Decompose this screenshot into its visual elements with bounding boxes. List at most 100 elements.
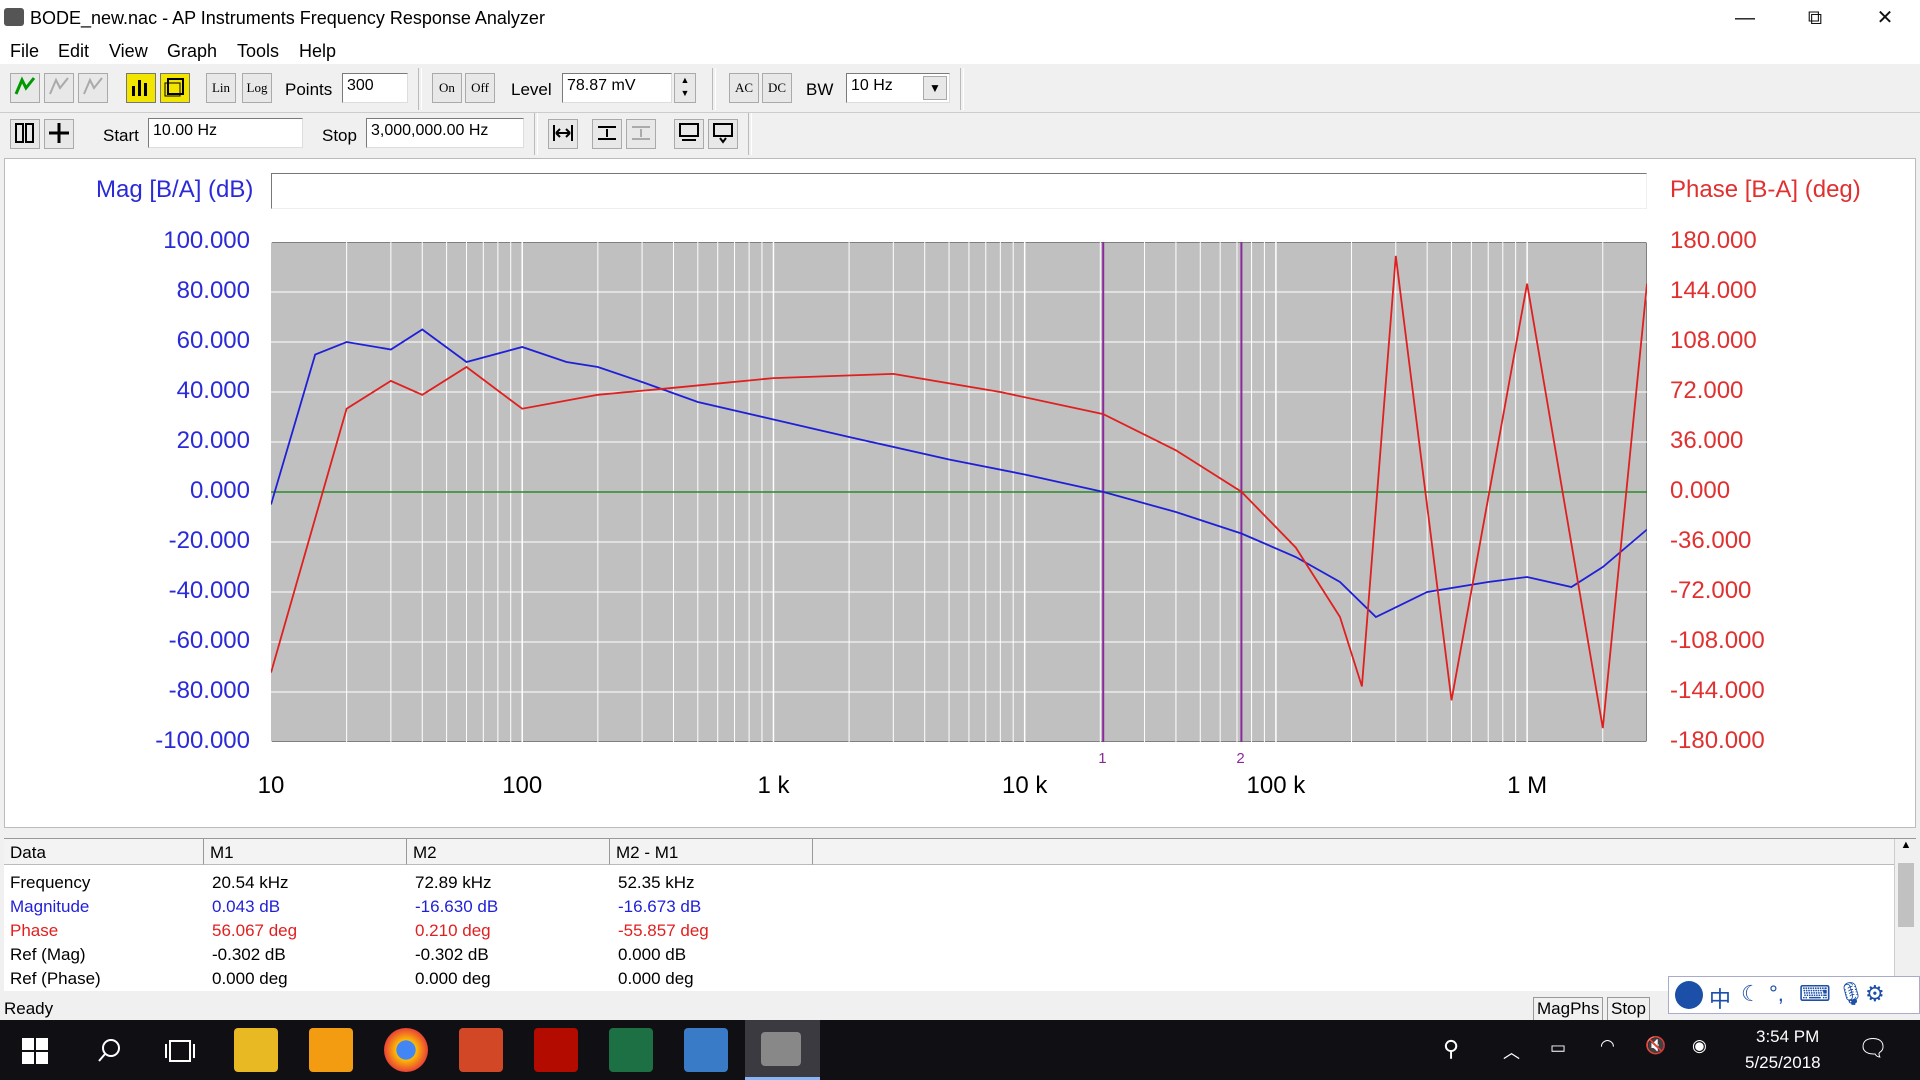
title-bar: BODE_new.nac - AP Instruments Frequency … [0,0,1920,38]
sweep-disabled-icon[interactable] [44,73,74,103]
level-spinner[interactable]: ▲ ▼ [674,73,696,103]
points-input[interactable]: 300 [342,73,408,103]
tray-chevron-up-icon[interactable]: ︿ [1503,1038,1520,1063]
ime-keyboard-icon[interactable]: ⌨ [1799,981,1831,1007]
frequency-tick-label: 10 k [1001,772,1048,799]
ime-punctuation-icon[interactable]: °, [1769,981,1784,1007]
level-label: Level [511,80,552,99]
frequency-tick-label: 100 k [1246,772,1306,799]
phase-tick-label: 36.000 [1670,427,1744,454]
output-off-button[interactable]: Off [465,73,495,103]
task-view-icon[interactable] [164,1038,196,1069]
close-button[interactable]: ✕ [1850,0,1920,38]
ime-mic-icon[interactable]: 🎙 [1837,981,1865,1007]
auto-scale-icon[interactable] [674,119,704,149]
bar-graph-icon[interactable] [126,73,156,103]
table-cell-m2-value: -0.302 dB [415,945,489,964]
ime-toolbar[interactable]: 中 ☾ °, ⌨ 🎙 ⚙ [1668,976,1920,1014]
stop-indicator: Stop [1607,997,1650,1021]
marker-label-2[interactable]: 2 [1236,750,1244,767]
start-frequency-input[interactable]: 10.00 Hz [148,118,303,148]
bode-plot[interactable] [271,242,1647,742]
split-view-icon[interactable] [10,119,40,149]
notifications-icon[interactable]: 🗨 [1858,1034,1888,1063]
menu-view[interactable]: View [109,41,148,62]
header-m2[interactable]: M2 [407,839,610,865]
photos-icon[interactable] [684,1028,728,1072]
autoscale-toggle-icon[interactable] [708,119,738,149]
phase-axis-title: Phase [B-A] (deg) [1670,176,1861,203]
table-cell-m1-value: 56.067 deg [212,921,298,940]
header-data[interactable]: Data [4,839,204,865]
stop-frequency-input[interactable]: 3,000,000.00 Hz [366,118,524,148]
table-cell-m1-value: 0.043 dB [212,897,281,916]
minimize-button[interactable]: — [1710,0,1780,38]
acrobat-icon[interactable] [534,1028,578,1072]
mag-tick-label: -60.000 [168,627,250,654]
wifi-icon[interactable]: ◠ [1600,1036,1615,1056]
menu-file[interactable]: File [10,41,39,62]
menu-tools[interactable]: Tools [237,41,279,62]
file-explorer-icon[interactable] [234,1028,278,1072]
volume-muted-icon[interactable]: 🔇 [1645,1036,1666,1056]
chrome-icon[interactable] [384,1028,428,1072]
powerpoint-icon[interactable] [459,1028,503,1072]
menu-graph[interactable]: Graph [167,41,217,62]
header-empty [813,839,1900,865]
excel-icon[interactable] [609,1028,653,1072]
vertical-scrollbar[interactable]: ▲ [1894,839,1917,991]
table-cell-diff-value: -16.673 dB [618,897,702,916]
mag-tick-label: 0.000 [189,477,250,504]
toolbar-separator [534,113,538,155]
marker-label-1[interactable]: 1 [1098,750,1106,767]
ac-coupling-button[interactable]: AC [729,73,759,103]
table-cell-m2-value: 0.210 deg [415,921,491,940]
menu-help[interactable]: Help [299,41,336,62]
ime-moon-icon[interactable]: ☾ [1741,981,1761,1007]
maximize-button[interactable]: ⧉ [1780,0,1850,38]
ime-tray-icon[interactable]: ◉ [1692,1036,1707,1056]
fra-app-icon [761,1032,801,1066]
output-on-button[interactable]: On [432,73,462,103]
overlay-graph-icon[interactable] [160,73,190,103]
ime-settings-icon[interactable]: ⚙ [1865,981,1885,1007]
windows-start-icon[interactable] [22,1038,48,1069]
menu-edit[interactable]: Edit [58,41,89,62]
clock-date[interactable]: 5/25/2018 [1745,1053,1821,1073]
people-icon[interactable]: ⚲ [1443,1036,1459,1062]
chevron-down-icon[interactable]: ▼ [923,76,947,100]
ime-chinese-mode-icon[interactable]: 中 [1709,982,1731,1014]
mag-tick-label: 80.000 [176,277,250,304]
header-m2-m1[interactable]: M2 - M1 [610,839,813,865]
scroll-thumb[interactable] [1898,863,1914,927]
cursor-crosshair-icon[interactable] [44,119,74,149]
header-m1[interactable]: M1 [204,839,407,865]
table-cell-row-label: Ref (Mag) [10,945,86,964]
bw-label: BW [806,80,834,99]
fit-y-icon[interactable] [592,119,622,149]
clock-time[interactable]: 3:54 PM [1756,1027,1819,1047]
level-input[interactable]: 78.87 mV [562,73,672,103]
stop-label: Stop [322,126,357,145]
search-icon[interactable] [96,1036,124,1069]
fit-y-disabled-icon[interactable] [626,119,656,149]
lin-scale-button[interactable]: Lin [206,73,236,103]
window-title: BODE_new.nac - AP Instruments Frequency … [30,8,545,28]
bw-select[interactable]: 10 Hz ▼ [846,73,950,103]
scroll-up-icon[interactable]: ▲ [1895,839,1917,859]
table-cell-diff-value: -55.857 deg [618,921,709,940]
table-cell-row-label: Magnitude [10,897,90,916]
fit-x-icon[interactable] [548,119,578,149]
fra-app-taskbar-button[interactable] [745,1020,820,1080]
log-scale-button[interactable]: Log [242,73,272,103]
outlook-icon[interactable] [309,1028,353,1072]
sweep-stop-icon[interactable] [78,73,108,103]
ime-logo-icon[interactable] [1675,981,1703,1009]
mag-tick-label: -100.000 [155,727,250,754]
table-cell-diff-value: 0.000 dB [618,945,687,964]
dc-coupling-button[interactable]: DC [762,73,792,103]
run-sweep-icon[interactable] [10,73,40,103]
battery-icon[interactable]: ▭ [1550,1038,1566,1058]
toolbar-separator [748,113,752,155]
marker-data-table: Data M1 M2 M2 - M1 Frequency 20.54 kHz 72.… [4,838,1917,991]
